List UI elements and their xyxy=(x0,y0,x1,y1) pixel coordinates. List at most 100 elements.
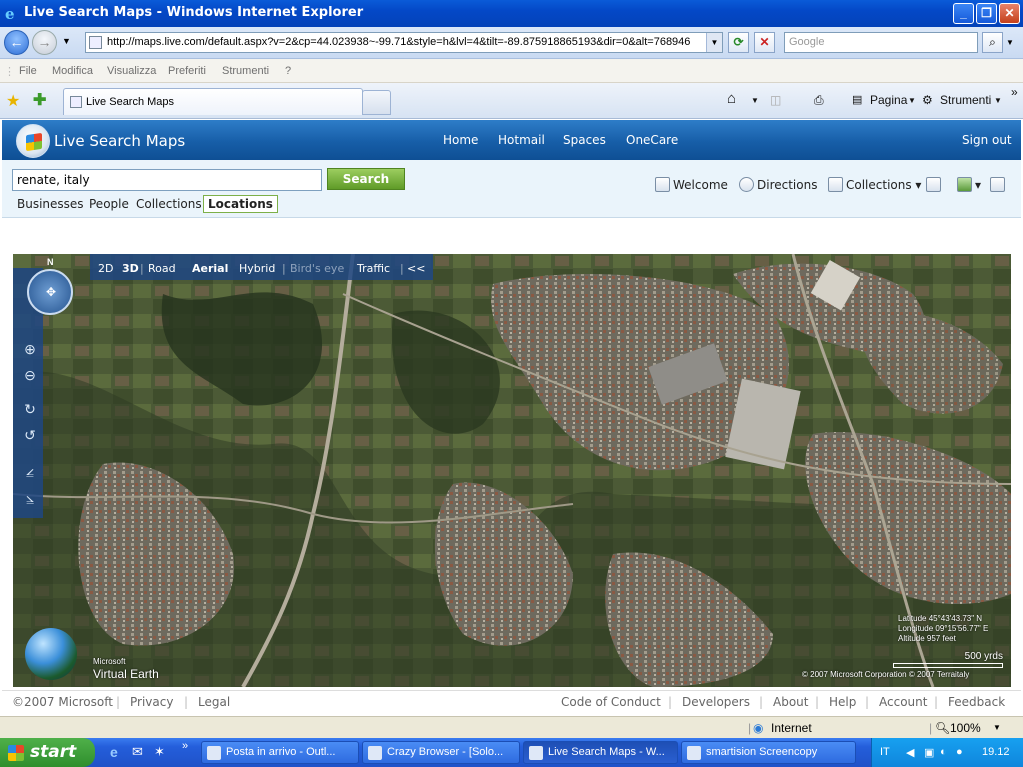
share-people-icon[interactable]: ▾ xyxy=(957,177,981,192)
search-button[interactable]: Search xyxy=(327,168,405,190)
zoom-out-icon[interactable]: ⊖ xyxy=(21,366,39,384)
map-mode-toolbar: 2D 3D | Road Aerial Hybrid | Bird's eye … xyxy=(90,254,433,280)
menu-help[interactable]: ? xyxy=(285,65,291,77)
tilt-down-icon[interactable]: ⦥ xyxy=(21,488,39,506)
language-indicator[interactable]: IT xyxy=(880,746,890,758)
sign-out-link[interactable]: Sign out xyxy=(962,133,1012,147)
rotate-left-icon[interactable]: ↺ xyxy=(21,426,39,444)
forward-button[interactable]: → xyxy=(32,30,57,55)
favorites-star-icon[interactable]: ★ xyxy=(6,91,20,111)
map-copyright: © 2007 Microsoft Corporation © 2007 Terr… xyxy=(802,670,970,679)
task-outlook[interactable]: Posta in arrivo - Outl... xyxy=(201,741,359,764)
ie-logo-icon: e xyxy=(5,5,15,23)
category-people[interactable]: People xyxy=(89,197,129,211)
rotate-right-icon[interactable]: ↻ xyxy=(21,400,39,418)
footer-account[interactable]: Account xyxy=(879,695,927,709)
mode-2d[interactable]: 2D xyxy=(98,262,113,275)
footer-code-of-conduct[interactable]: Code of Conduct xyxy=(561,695,661,709)
style-aerial[interactable]: Aerial xyxy=(192,262,228,275)
security-zone-label: Internet xyxy=(771,721,812,735)
network-tray-icon[interactable]: ▣ xyxy=(924,746,934,759)
mode-3d[interactable]: 3D xyxy=(122,262,139,275)
welcome-icon xyxy=(655,177,670,192)
menu-preferiti[interactable]: Preferiti xyxy=(168,65,206,77)
back-button[interactable]: ← xyxy=(4,30,29,55)
close-button[interactable]: ✕ xyxy=(999,3,1020,24)
volume-tray-icon[interactable]: ◐ xyxy=(940,746,947,758)
search-go-button[interactable]: ⌕ xyxy=(982,32,1003,53)
tab-live-search-maps[interactable]: Live Search Maps xyxy=(63,88,363,115)
tilt-up-icon[interactable]: ⦤ xyxy=(21,461,39,479)
page-menu-dropdown-icon[interactable]: ▼ xyxy=(908,96,916,105)
page-menu-icon[interactable]: ▤ xyxy=(852,93,862,106)
start-button[interactable]: start xyxy=(0,738,95,767)
quicklaunch-outlook-icon[interactable]: ✉ xyxy=(132,744,143,760)
directions-button[interactable]: Directions xyxy=(739,177,817,192)
search-options-icon[interactable]: ▼ xyxy=(1006,38,1014,47)
home-icon[interactable]: ⌂ xyxy=(727,90,736,107)
zoom-in-icon[interactable]: ⊕ xyxy=(21,340,39,358)
menu-strumenti[interactable]: Strumenti xyxy=(222,65,269,77)
url-dropdown-icon[interactable]: ▼ xyxy=(706,33,722,52)
collections-button[interactable]: Collections ▾ xyxy=(828,177,921,192)
footer-privacy[interactable]: Privacy xyxy=(130,695,173,709)
collapse-toolbar-button[interactable]: << xyxy=(407,262,425,275)
footer-about[interactable]: About xyxy=(773,695,808,709)
welcome-button[interactable]: Welcome xyxy=(655,177,728,192)
aerial-map[interactable]: ⊕ ⊖ ↻ ↺ ⦤ ⦥ N ✥ 2D 3D | Road Aerial Hybr… xyxy=(13,254,1011,687)
footer-legal[interactable]: Legal xyxy=(198,695,230,709)
category-locations[interactable]: Locations xyxy=(203,195,278,213)
home-dropdown-icon[interactable]: ▼ xyxy=(751,96,759,105)
footer-feedback[interactable]: Feedback xyxy=(948,695,1005,709)
nav-onecare[interactable]: OneCare xyxy=(626,133,678,147)
footer-copyright: ©2007 Microsoft xyxy=(12,695,113,709)
task-screencopy[interactable]: smartision Screencopy xyxy=(681,741,856,764)
print-map-icon[interactable] xyxy=(990,177,1008,192)
quicklaunch-overflow-icon[interactable]: » xyxy=(182,740,188,752)
compass-control[interactable]: N ✥ xyxy=(27,257,73,315)
print-icon[interactable]: ⎙ xyxy=(814,93,824,108)
quicklaunch-ie-icon[interactable]: e xyxy=(110,744,118,760)
feeds-icon[interactable]: ◫ xyxy=(770,93,781,107)
edit-icon[interactable] xyxy=(926,177,944,192)
new-tab-button[interactable] xyxy=(362,90,391,115)
category-collections[interactable]: Collections xyxy=(136,197,202,211)
quicklaunch-crazy-browser-icon[interactable]: ✶ xyxy=(154,744,165,760)
menu-visualizza[interactable]: Visualizza xyxy=(107,65,156,77)
footer-developers[interactable]: Developers xyxy=(682,695,750,709)
menu-file[interactable]: File xyxy=(19,65,37,77)
traffic-toggle[interactable]: Traffic xyxy=(357,262,390,275)
style-birds-eye[interactable]: Bird's eye xyxy=(290,262,344,275)
tools-dropdown-icon[interactable]: ▼ xyxy=(994,96,1002,105)
menu-modifica[interactable]: Modifica xyxy=(52,65,93,77)
footer-help[interactable]: Help xyxy=(829,695,856,709)
tray-expand-icon[interactable]: ◀ xyxy=(906,746,914,759)
maximize-button[interactable]: ❐ xyxy=(976,3,997,24)
refresh-button[interactable]: ⟳ xyxy=(728,32,749,53)
history-dropdown-icon[interactable]: ▼ xyxy=(62,36,71,46)
search-box[interactable]: Google xyxy=(784,32,978,53)
stop-button[interactable]: ✕ xyxy=(754,32,775,53)
zoom-dropdown-icon[interactable]: ▼ xyxy=(993,723,1001,732)
tools-menu[interactable]: Strumenti xyxy=(940,93,991,107)
nav-home[interactable]: Home xyxy=(443,133,478,147)
tools-gear-icon[interactable]: ⚙ xyxy=(922,93,933,107)
nav-spaces[interactable]: Spaces xyxy=(563,133,606,147)
add-favorite-icon[interactable]: ✚ xyxy=(33,90,46,110)
task-live-search-maps[interactable]: Live Search Maps - W... xyxy=(523,741,678,764)
address-input[interactable]: http://maps.live.com/default.aspx?v=2&cp… xyxy=(85,32,723,53)
task-crazy-browser[interactable]: Crazy Browser - [Solo... xyxy=(362,741,520,764)
toolbar-overflow-icon[interactable]: » xyxy=(1011,85,1018,99)
location-search-input[interactable]: renate, italy xyxy=(12,169,322,191)
messenger-tray-icon[interactable]: ● xyxy=(956,746,963,758)
directions-label: Directions xyxy=(757,178,818,192)
zoom-level[interactable]: 100% xyxy=(950,721,981,735)
page-menu[interactable]: Pagina xyxy=(870,93,907,107)
style-hybrid[interactable]: Hybrid xyxy=(239,262,275,275)
minimize-button[interactable]: _ xyxy=(953,3,974,24)
style-road[interactable]: Road xyxy=(148,262,176,275)
nav-hotmail[interactable]: Hotmail xyxy=(498,133,545,147)
category-businesses[interactable]: Businesses xyxy=(17,197,84,211)
zoom-icon[interactable]: 🔍︎ xyxy=(935,721,950,735)
screencopy-task-icon xyxy=(687,746,701,760)
